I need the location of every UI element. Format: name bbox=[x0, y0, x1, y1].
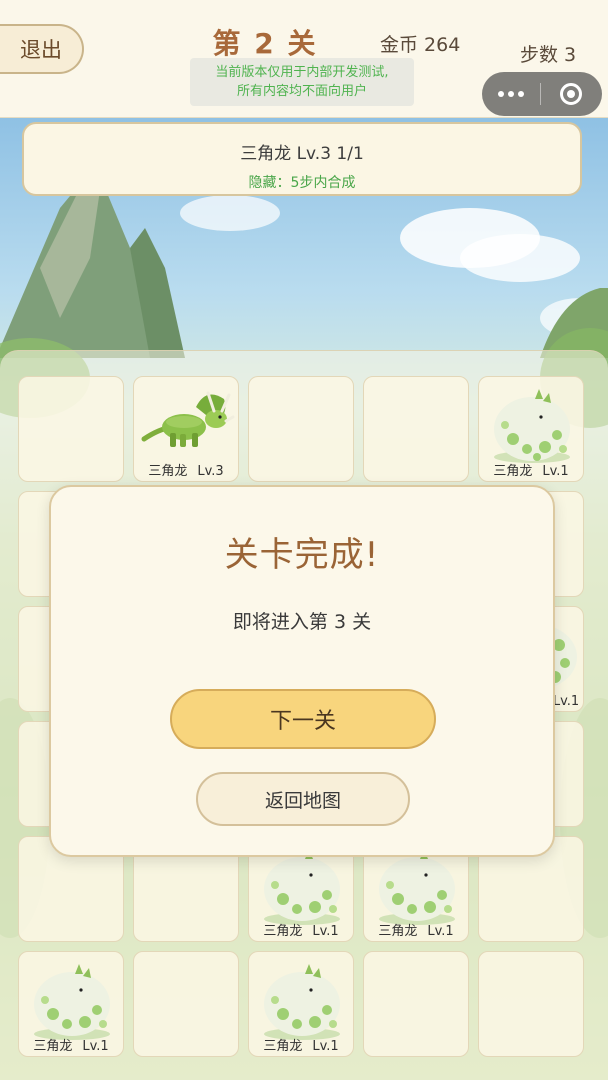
miniprogram-capsule bbox=[482, 72, 602, 116]
tile-label: 三角龙 Lv.1 bbox=[493, 464, 569, 479]
close-miniprogram-icon[interactable] bbox=[541, 72, 601, 116]
tile-label: 三角龙 Lv.3 bbox=[148, 464, 224, 479]
board-cell[interactable] bbox=[363, 376, 469, 482]
board-cell[interactable] bbox=[18, 376, 124, 482]
board-cell[interactable]: 三角龙 Lv.1 bbox=[18, 951, 124, 1057]
board-cell[interactable]: 三角龙 Lv.1 bbox=[248, 951, 354, 1057]
board-cell[interactable] bbox=[363, 951, 469, 1057]
tile-label: 三角龙 Lv.1 bbox=[263, 924, 339, 939]
board-cell[interactable]: 三角龙 Lv.3 bbox=[133, 376, 239, 482]
top-bar: 退出 第 2 关 金币 264 步数 3 当前版本仅用于内部开发测试, 所有内容… bbox=[0, 0, 608, 118]
tile-label: 三角龙 Lv.1 bbox=[263, 1039, 339, 1054]
dev-notice-line2: 所有内容均不面向用户 bbox=[236, 84, 367, 99]
level-complete-dialog: 关卡完成! 即将进入第 3 关 下一关 返回地图 bbox=[49, 485, 555, 857]
tile-label: 三角龙 Lv.1 bbox=[33, 1039, 109, 1054]
dev-notice: 当前版本仅用于内部开发测试, 所有内容均不面向用户 bbox=[190, 58, 414, 106]
tile-label: 三角龙 Lv.1 bbox=[378, 924, 454, 939]
goal-card: 三角龙 Lv.3 1/1 隐藏：5步内合成 bbox=[22, 122, 582, 196]
dialog-title: 关卡完成! bbox=[224, 535, 380, 575]
step-counter: 步数 3 bbox=[520, 44, 577, 66]
goal-hidden-objective: 隐藏：5步内合成 bbox=[248, 175, 356, 191]
board-cell[interactable] bbox=[133, 951, 239, 1057]
dev-notice-line1: 当前版本仅用于内部开发测试, bbox=[215, 65, 389, 80]
goal-target: 三角龙 Lv.3 1/1 bbox=[240, 144, 364, 164]
more-menu-icon[interactable] bbox=[482, 72, 540, 116]
level-title: 第 2 关 bbox=[212, 27, 318, 60]
exit-button[interactable]: 退出 bbox=[0, 24, 84, 74]
board-cell[interactable] bbox=[478, 951, 584, 1057]
coin-counter: 金币 264 bbox=[380, 34, 461, 56]
board-cell[interactable]: 三角龙 Lv.1 bbox=[478, 376, 584, 482]
next-level-button[interactable]: 下一关 bbox=[170, 689, 436, 749]
dialog-subtitle: 即将进入第 3 关 bbox=[232, 611, 372, 633]
return-to-map-button[interactable]: 返回地图 bbox=[196, 772, 410, 826]
board-cell[interactable] bbox=[248, 376, 354, 482]
